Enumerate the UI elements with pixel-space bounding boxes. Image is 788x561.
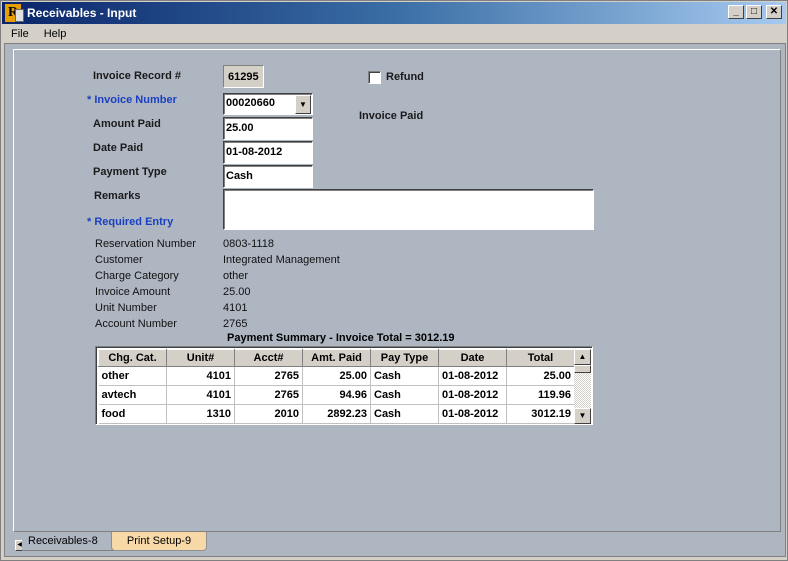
cell-amt-paid: 25.00 bbox=[302, 366, 371, 386]
date-paid-label: Date Paid bbox=[93, 142, 144, 154]
minimize-button[interactable]: _ bbox=[728, 5, 744, 19]
detail-label: Unit Number bbox=[95, 302, 157, 314]
cell-unit: 4101 bbox=[166, 366, 235, 386]
table-row[interactable]: other 4101 2765 25.00 Cash 01-08-2012 25… bbox=[98, 366, 575, 386]
payment-summary-title: Payment Summary - Invoice Total = 3012.1… bbox=[227, 332, 455, 344]
tab-receivables-label: Receivables-8 bbox=[28, 535, 98, 547]
cell-acct: 2765 bbox=[234, 385, 303, 405]
app-logo-icon: R bbox=[5, 4, 24, 22]
remarks-label: Remarks bbox=[94, 190, 141, 202]
invoice-amount-value: 25.00 bbox=[223, 286, 251, 298]
invoice-record-field: 61295 bbox=[223, 65, 264, 88]
amount-paid-label: Amount Paid bbox=[93, 118, 161, 130]
form-panel: Invoice Record # 61295 Refund * Invoice … bbox=[13, 49, 781, 532]
column-header[interactable]: Chg. Cat. bbox=[98, 349, 167, 367]
cell-date: 01-08-2012 bbox=[438, 404, 507, 424]
payment-summary-table: Chg. Cat. Unit# Acct# Amt. Paid Pay Type… bbox=[98, 349, 575, 424]
cell-chg-cat bbox=[98, 423, 167, 424]
unit-number-value: 4101 bbox=[223, 302, 248, 314]
column-header[interactable]: Total bbox=[506, 349, 575, 367]
detail-label: Invoice Amount bbox=[95, 286, 171, 298]
cell-total bbox=[506, 423, 575, 424]
title-bar: R Receivables - Input _ □ ✕ bbox=[2, 2, 786, 24]
table-row-empty[interactable] bbox=[98, 423, 575, 424]
window-title: Receivables - Input bbox=[27, 6, 137, 20]
amount-paid-input[interactable]: 25.00 bbox=[223, 117, 313, 140]
close-button[interactable]: ✕ bbox=[766, 5, 782, 19]
column-header[interactable]: Unit# bbox=[166, 349, 235, 367]
tab-print-setup[interactable]: Print Setup-9 bbox=[111, 532, 207, 551]
payment-type-label: Payment Type bbox=[93, 166, 167, 178]
column-header[interactable]: Amt. Paid bbox=[302, 349, 371, 367]
required-entry-note: * Required Entry bbox=[87, 216, 174, 228]
grid-vertical-scrollbar[interactable]: ▲ ▼ bbox=[574, 349, 591, 424]
invoice-status: Invoice Paid bbox=[359, 110, 424, 122]
invoice-number-label: * Invoice Number bbox=[87, 94, 177, 106]
client-area: Invoice Record # 61295 Refund * Invoice … bbox=[4, 43, 786, 557]
cell-acct: 2765 bbox=[234, 366, 303, 386]
cell-chg-cat: other bbox=[98, 366, 167, 386]
detail-label: Reservation Number bbox=[95, 238, 196, 250]
cell-pay-type: Cash bbox=[370, 404, 439, 424]
cell-total: 119.96 bbox=[506, 385, 575, 405]
cell-pay-type: Cash bbox=[370, 385, 439, 405]
column-header[interactable]: Date bbox=[438, 349, 507, 367]
cell-unit bbox=[166, 423, 235, 424]
refund-label: Refund bbox=[386, 71, 424, 83]
column-header[interactable]: Acct# bbox=[234, 349, 303, 367]
detail-label: Charge Category bbox=[95, 270, 179, 282]
app-window: R Receivables - Input _ □ ✕ File Help In… bbox=[0, 0, 788, 561]
scroll-thumb[interactable] bbox=[574, 365, 591, 373]
detail-label: Account Number bbox=[95, 318, 177, 330]
customer-value: Integrated Management bbox=[223, 254, 340, 266]
column-header[interactable]: Pay Type bbox=[370, 349, 439, 367]
tab-receivables[interactable]: Receivables-8 bbox=[22, 532, 114, 551]
invoice-number-dropdown[interactable]: 00020660 ▼ bbox=[223, 93, 313, 115]
table-row[interactable]: avtech 4101 2765 94.96 Cash 01-08-2012 1… bbox=[98, 385, 575, 405]
invoice-number-value: 00020660 bbox=[226, 97, 275, 109]
cell-unit: 1310 bbox=[166, 404, 235, 424]
cell-chg-cat: food bbox=[98, 404, 167, 424]
detail-label: Customer bbox=[95, 254, 143, 266]
cell-total: 25.00 bbox=[506, 366, 575, 386]
cell-amt-paid: 94.96 bbox=[302, 385, 371, 405]
reservation-number-value: 0803-1118 bbox=[223, 238, 274, 250]
cell-total: 3012.19 bbox=[506, 404, 575, 424]
cell-unit: 4101 bbox=[166, 385, 235, 405]
menu-help[interactable]: Help bbox=[35, 28, 73, 40]
chevron-down-icon[interactable]: ▼ bbox=[295, 95, 311, 114]
menu-bar: File Help bbox=[2, 24, 786, 43]
cell-date bbox=[438, 423, 507, 424]
cell-pay-type bbox=[370, 423, 439, 424]
cell-date: 01-08-2012 bbox=[438, 385, 507, 405]
remarks-textarea[interactable] bbox=[223, 189, 594, 230]
cell-amt-paid bbox=[302, 423, 371, 424]
payment-summary-grid[interactable]: Chg. Cat. Unit# Acct# Amt. Paid Pay Type… bbox=[95, 346, 593, 425]
menu-file[interactable]: File bbox=[2, 28, 35, 40]
tab-bar: ◀ Receivables-8 Print Setup-9 bbox=[10, 532, 780, 554]
refund-checkbox[interactable] bbox=[368, 71, 381, 84]
scroll-down-arrow-icon[interactable]: ▼ bbox=[574, 408, 591, 424]
tab-print-setup-label: Print Setup-9 bbox=[126, 535, 192, 547]
cell-amt-paid: 2892.23 bbox=[302, 404, 371, 424]
table-row[interactable]: food 1310 2010 2892.23 Cash 01-08-2012 3… bbox=[98, 404, 575, 424]
cell-date: 01-08-2012 bbox=[438, 366, 507, 386]
charge-category-value: other bbox=[223, 270, 249, 282]
cell-pay-type: Cash bbox=[370, 366, 439, 386]
cell-acct: 2010 bbox=[234, 404, 303, 424]
invoice-record-label: Invoice Record # bbox=[93, 70, 182, 82]
cell-chg-cat: avtech bbox=[98, 385, 167, 405]
payment-type-input[interactable]: Cash bbox=[223, 165, 313, 188]
date-paid-input[interactable]: 01-08-2012 bbox=[223, 141, 313, 164]
scroll-up-arrow-icon[interactable]: ▲ bbox=[574, 349, 591, 365]
maximize-button[interactable]: □ bbox=[746, 5, 762, 19]
cell-acct bbox=[234, 423, 303, 424]
account-number-value: 2765 bbox=[223, 318, 248, 330]
